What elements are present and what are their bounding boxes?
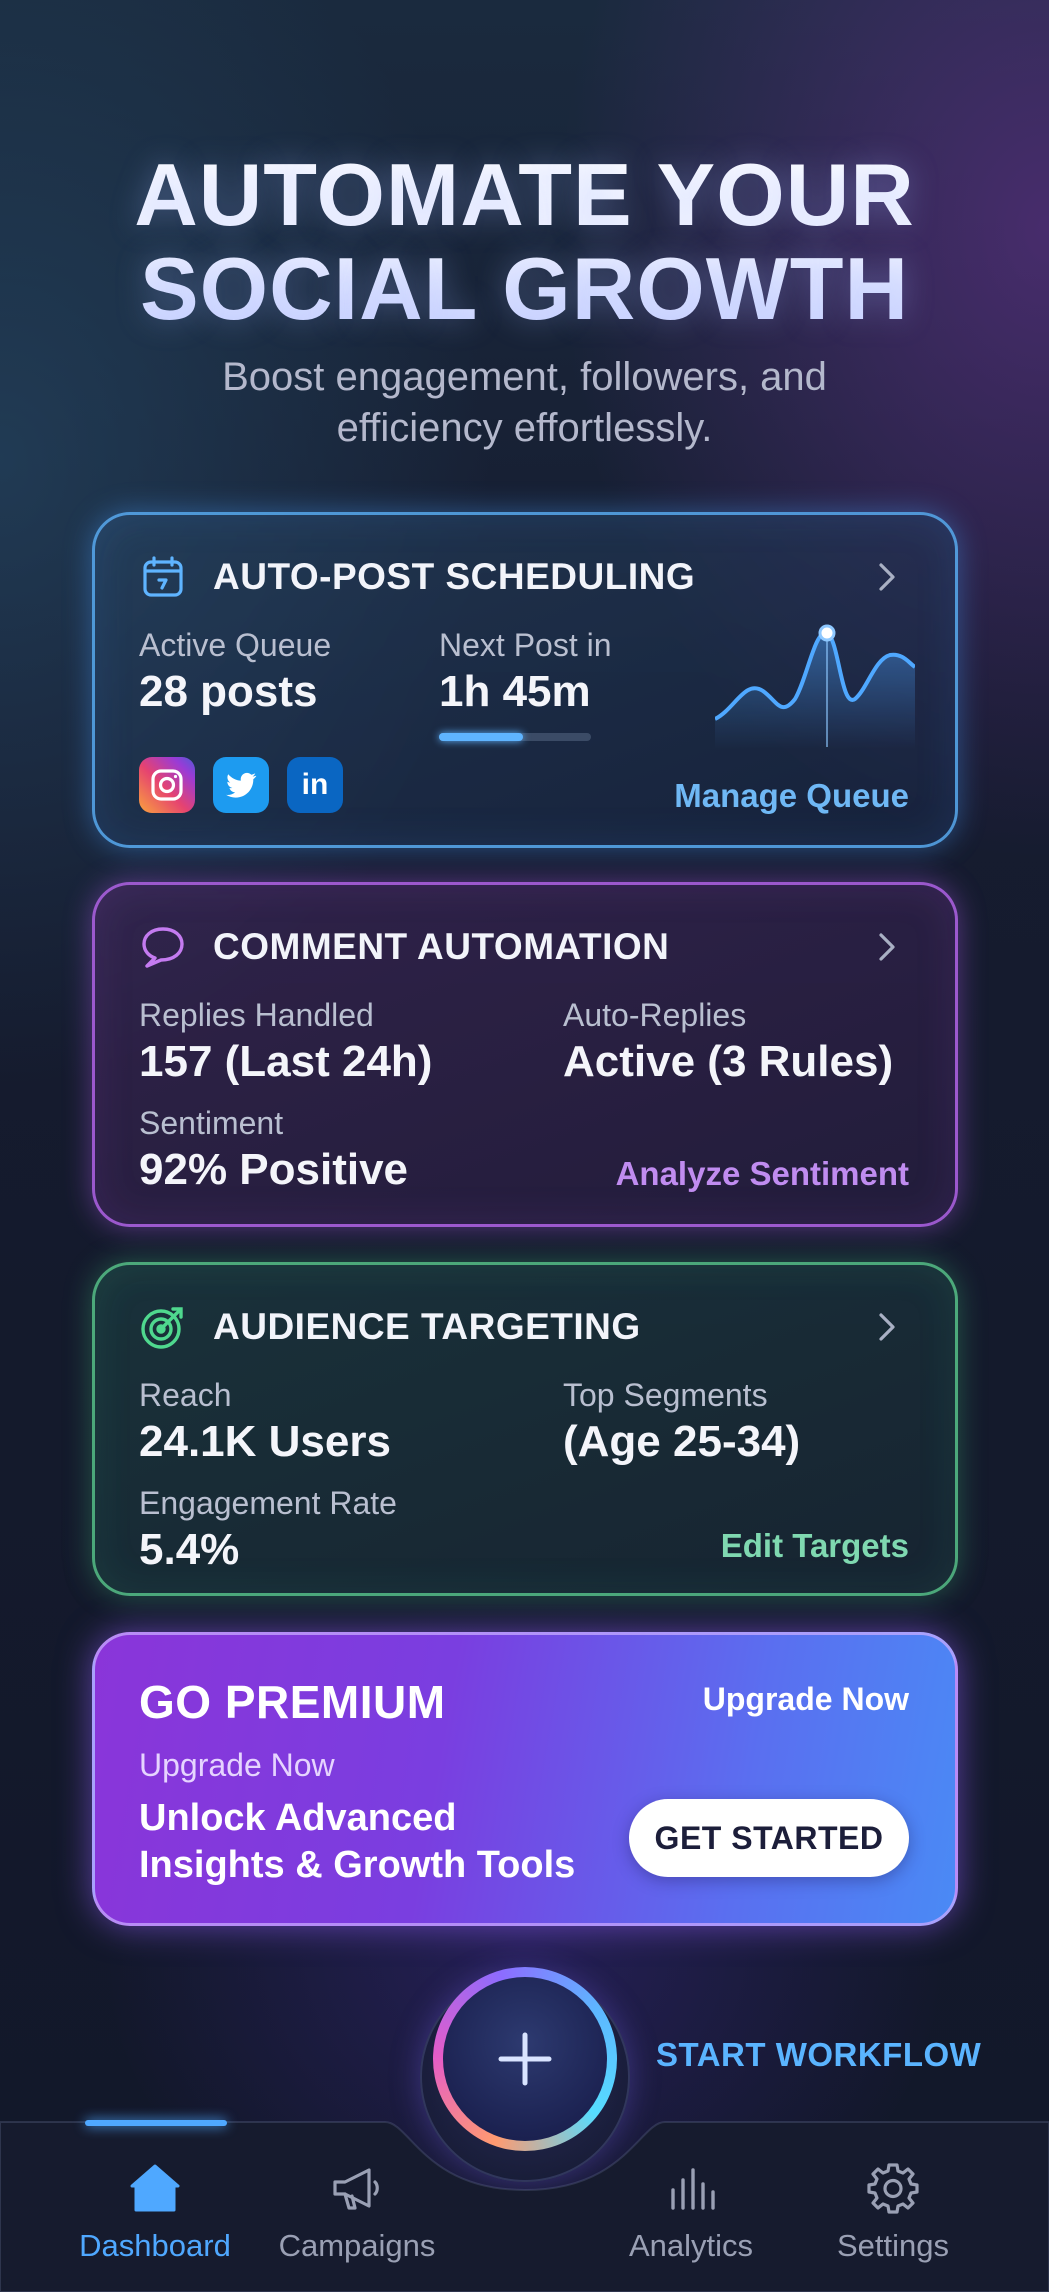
gear-icon	[867, 2163, 919, 2214]
engagement-rate-stat: Engagement Rate 5.4%	[139, 1483, 397, 1577]
edit-targets-link[interactable]: Edit Targets	[721, 1527, 909, 1565]
upgrade-now-link[interactable]: Upgrade Now	[703, 1681, 909, 1718]
sparkline-chart	[715, 624, 915, 749]
linkedin-icon[interactable]: in	[287, 757, 343, 813]
premium-description: Unlock Advanced Insights & Growth Tools	[139, 1797, 576, 1886]
chat-bubble-icon	[139, 923, 187, 971]
nav-label: Campaigns	[278, 2228, 436, 2263]
stat-value: 157 (Last 24h)	[139, 1037, 433, 1086]
card-header: AUTO-POST SCHEDULING	[139, 553, 695, 601]
home-icon	[130, 2164, 180, 2212]
card-title: AUTO-POST SCHEDULING	[213, 556, 696, 597]
stat-value: 24.1K Users	[139, 1417, 391, 1466]
stat-value: Active (3 Rules)	[563, 1037, 894, 1086]
analyze-sentiment-link[interactable]: Analyze Sentiment	[616, 1155, 909, 1193]
manage-queue-link[interactable]: Manage Queue	[674, 777, 909, 815]
premium-title: GO PREMIUM	[139, 1676, 446, 1728]
chevron-right-icon[interactable]	[867, 1307, 907, 1347]
stat-label: Auto-Replies	[563, 997, 747, 1033]
nav-label: Dashboard	[79, 2228, 231, 2263]
twitter-icon[interactable]	[213, 757, 269, 813]
stat-label: Active Queue	[139, 627, 332, 663]
nav-label: Analytics	[628, 2228, 754, 2263]
replies-handled-stat: Replies Handled 157 (Last 24h)	[139, 995, 432, 1089]
bottom-navigation: Dashboard Campaigns Analytics Settings	[0, 2120, 1049, 2292]
stat-value: 92% Positive	[139, 1145, 409, 1194]
hero-subtitle: Boost engagement, followers, and efficie…	[222, 355, 827, 450]
get-started-button[interactable]: GET STARTED	[629, 1799, 909, 1877]
stat-value: (Age 25-34)	[563, 1417, 801, 1466]
nav-item-dashboard[interactable]: Dashboard	[55, 2158, 255, 2264]
stat-value: 5.4%	[139, 1525, 240, 1574]
stat-label: Sentiment	[139, 1105, 284, 1141]
start-workflow-label[interactable]: START WORKFLOW	[656, 2036, 981, 2074]
start-workflow-button[interactable]	[443, 1977, 607, 2141]
plus-icon	[498, 2032, 552, 2086]
auto-post-scheduling-card[interactable]: AUTO-POST SCHEDULING Active Queue 28 pos…	[92, 512, 958, 848]
hero-title-line-2: SOCIAL GROWTH	[139, 239, 910, 338]
next-post-stat: Next Post in 1h 45m	[439, 625, 612, 719]
active-queue-stat: Active Queue 28 posts	[139, 625, 331, 719]
sentiment-stat: Sentiment 92% Positive	[139, 1103, 408, 1197]
nav-item-analytics[interactable]: Analytics	[591, 2158, 791, 2264]
premium-banner[interactable]: GO PREMIUM Upgrade Now Upgrade Now Unloc…	[92, 1632, 958, 1926]
card-title: COMMENT AUTOMATION	[213, 926, 670, 967]
bar-chart-icon	[671, 2168, 715, 2210]
stat-value: 1h 45m	[439, 667, 591, 716]
stat-label: Replies Handled	[139, 997, 374, 1033]
nav-item-campaigns[interactable]: Campaigns	[257, 2158, 457, 2264]
calendar-icon	[139, 553, 187, 601]
target-icon	[139, 1303, 187, 1351]
top-segments-stat: Top Segments (Age 25-34)	[563, 1375, 800, 1469]
stat-label: Reach	[139, 1377, 232, 1413]
premium-subtitle: Upgrade Now	[139, 1747, 335, 1783]
chevron-right-icon[interactable]	[867, 557, 907, 597]
next-post-progress	[439, 733, 591, 741]
social-icons: in	[139, 757, 343, 813]
chevron-right-icon[interactable]	[867, 927, 907, 967]
instagram-icon[interactable]	[139, 757, 195, 813]
card-header: COMMENT AUTOMATION	[139, 923, 669, 971]
reach-stat: Reach 24.1K Users	[139, 1375, 391, 1469]
nav-item-settings[interactable]: Settings	[793, 2158, 993, 2264]
hero-title: AUTOMATE YOUR SOCIAL GROWTH	[0, 148, 1049, 336]
audience-targeting-card[interactable]: AUDIENCE TARGETING Reach 24.1K Users Top…	[92, 1262, 958, 1596]
progress-fill	[439, 733, 523, 741]
stat-label: Top Segments	[563, 1377, 768, 1413]
card-title: AUDIENCE TARGETING	[213, 1306, 641, 1347]
stat-label: Next Post in	[439, 627, 612, 663]
comment-automation-card[interactable]: COMMENT AUTOMATION Replies Handled 157 (…	[92, 882, 958, 1227]
nav-label: Settings	[836, 2228, 949, 2263]
auto-replies-stat: Auto-Replies Active (3 Rules)	[563, 995, 893, 1089]
active-tab-indicator	[85, 2120, 227, 2126]
megaphone-icon	[333, 2168, 379, 2210]
stat-label: Engagement Rate	[139, 1485, 397, 1521]
stat-value: 28 posts	[139, 667, 318, 716]
card-header: AUDIENCE TARGETING	[139, 1303, 641, 1351]
hero-title-line-1: AUTOMATE YOUR	[134, 145, 915, 244]
